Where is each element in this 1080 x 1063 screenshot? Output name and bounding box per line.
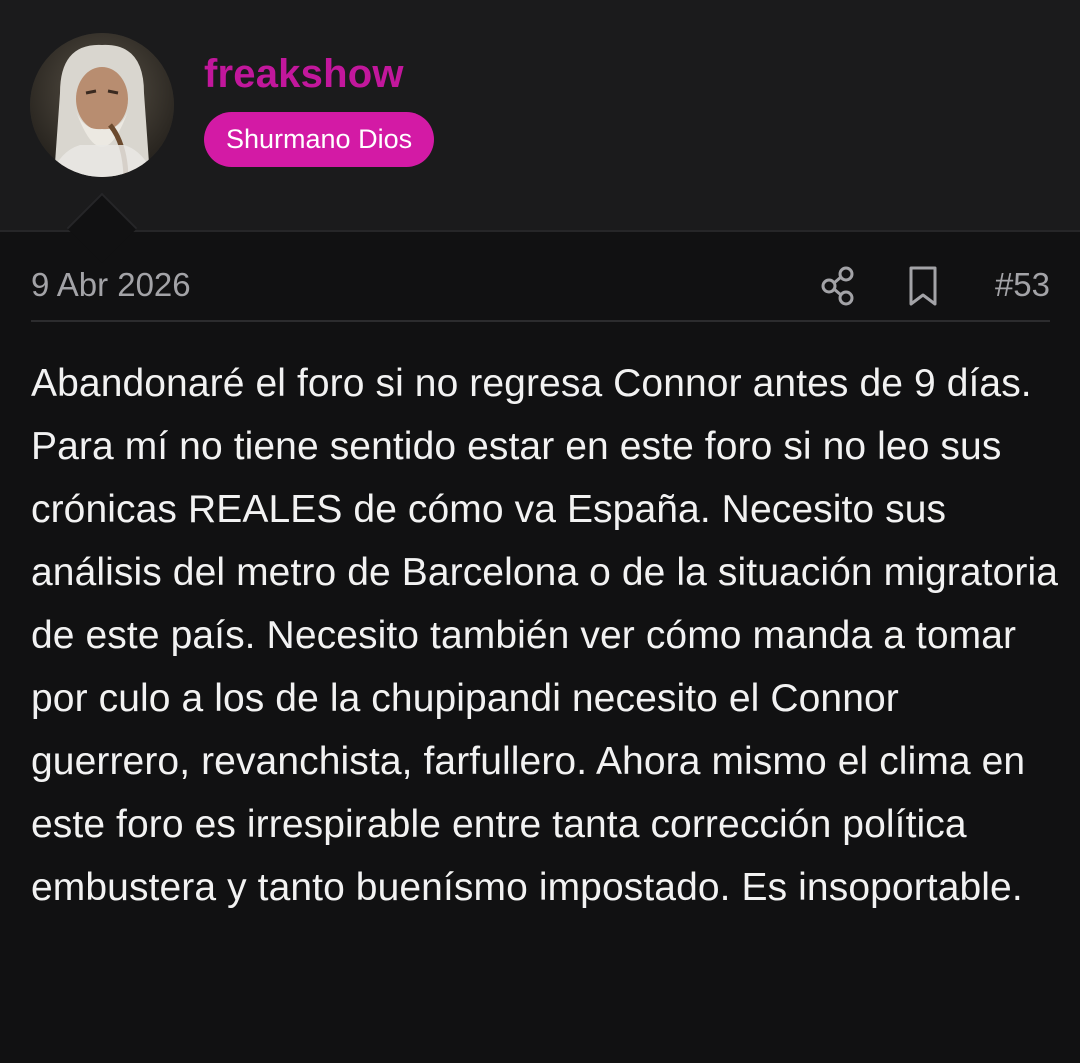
bookmark-icon bbox=[909, 266, 937, 306]
bookmark-button[interactable] bbox=[903, 264, 943, 308]
post-body-text: Abandonaré el foro si no regresa Connor … bbox=[31, 362, 1059, 909]
share-icon bbox=[821, 266, 854, 306]
post-meta-row: 9 Abr 2026 #53 bbox=[31, 252, 1050, 322]
post-number-link[interactable]: #53 bbox=[995, 266, 1050, 304]
user-title-badge: Shurmano Dios bbox=[204, 112, 435, 167]
post-body: Abandonaré el foro si no regresa Connor … bbox=[31, 352, 1061, 919]
user-avatar[interactable] bbox=[30, 33, 174, 177]
share-button[interactable] bbox=[817, 264, 861, 308]
post-date[interactable]: 9 Abr 2026 bbox=[31, 266, 191, 304]
post-user-header: freakshow Shurmano Dios bbox=[0, 0, 1080, 232]
username-link[interactable]: freakshow bbox=[204, 52, 404, 97]
wizard-avatar-icon bbox=[30, 33, 174, 177]
forum-post: freakshow Shurmano Dios 9 Abr 2026 #53 A… bbox=[0, 0, 1080, 1063]
